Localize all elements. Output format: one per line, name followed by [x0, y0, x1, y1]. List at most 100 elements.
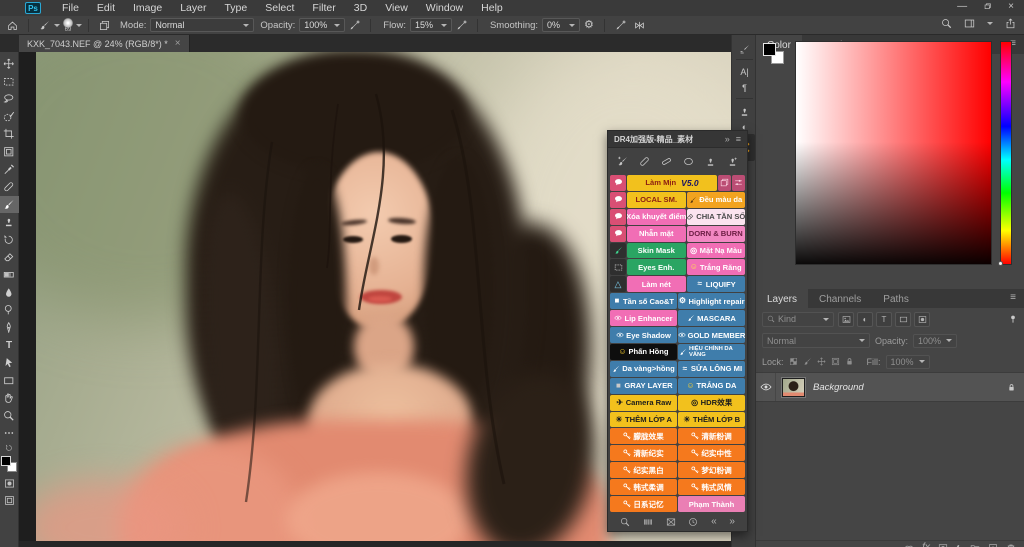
share-icon[interactable] [1005, 18, 1016, 29]
dr4-button-u-m-u-da[interactable]: Đều màu da [687, 192, 746, 208]
toggle-brush-settings-icon[interactable] [99, 20, 110, 31]
dr4-button-x-a-khuy-t-i-m[interactable]: Xóa khuyết điểm [627, 209, 686, 225]
prev-icon[interactable]: « [711, 517, 717, 527]
search-icon[interactable] [620, 517, 630, 527]
menu-view[interactable]: View [376, 1, 417, 15]
dr4-button-l-m-m-n[interactable]: Làm MịnV5.0 [627, 175, 717, 191]
dr4-button-dorn-burn[interactable]: DORN & BURN [687, 226, 746, 242]
layer-filter-select[interactable]: Kind [762, 312, 834, 327]
dr4-button-button[interactable]: 纪实中性 [678, 445, 745, 461]
trash-icon[interactable] [1006, 543, 1016, 547]
dr4-button-da-v-ng-h-ng[interactable]: Da vàng>hồng [610, 361, 677, 377]
dr4-chip-chat-icon[interactable] [610, 175, 626, 191]
dr4-button-button[interactable]: 清新纪实 [610, 445, 677, 461]
paint-symmetry-icon[interactable] [634, 20, 645, 31]
layers-tab-channels[interactable]: Channels [808, 289, 872, 308]
filter-toggle-pin-icon[interactable] [1008, 314, 1018, 324]
dr4-button-t-n-s-cao-t[interactable]: ■Tần số Cao&T [610, 293, 677, 309]
sliders-icon[interactable] [732, 175, 745, 191]
dr4-button-hdr[interactable]: ◎HDR效果 [678, 395, 745, 411]
next-icon[interactable]: » [729, 517, 735, 527]
layer-fill-input[interactable]: 100% [886, 355, 930, 369]
tool-lasso[interactable] [0, 90, 19, 108]
clone-stamp-icon[interactable] [705, 156, 716, 167]
adjustments-icon[interactable]: ◐ [956, 543, 962, 547]
tool-more[interactable]: ⋯ [0, 424, 19, 442]
flow-input[interactable]: 15% [410, 18, 452, 32]
tool-eyedropper[interactable] [0, 161, 19, 179]
dr4-chip-triangle-icon[interactable]: △ [610, 276, 626, 292]
hue-slider-handle[interactable] [998, 261, 1003, 266]
clock-icon[interactable] [688, 517, 698, 527]
screen-mode-icon[interactable] [4, 495, 15, 506]
dr4-button-button[interactable]: 纪实黑白 [610, 462, 677, 478]
paragraph-panel-icon[interactable]: ¶ [732, 80, 757, 96]
clone-source-panel-icon[interactable] [732, 103, 757, 119]
ellipse-icon[interactable] [683, 156, 694, 167]
tool-clone-stamp[interactable] [0, 213, 19, 231]
airbrush-icon[interactable] [456, 20, 467, 31]
menu-edit[interactable]: Edit [88, 1, 124, 15]
filter-type-icon[interactable]: T [876, 312, 892, 327]
menu-type[interactable]: Type [215, 1, 256, 15]
tool-brush[interactable] [0, 196, 19, 214]
mask-icon[interactable] [938, 543, 948, 547]
layer-row-background[interactable]: Background [756, 372, 1024, 402]
link-icon[interactable] [904, 543, 914, 547]
color-swatches[interactable] [1, 456, 17, 472]
tool-quick-select[interactable] [0, 108, 19, 126]
tool-history-brush[interactable] [0, 231, 19, 249]
menu-file[interactable]: File [53, 1, 88, 15]
menu-select[interactable]: Select [256, 1, 303, 15]
home-icon[interactable] [7, 20, 18, 31]
foreground-color[interactable] [1, 456, 11, 466]
dr4-button-button[interactable]: 梦幻粉调 [678, 462, 745, 478]
workspace-icon[interactable] [964, 18, 975, 29]
dr4-button-th-m-l-p-a[interactable]: ☀THÊM LỚP A [610, 412, 677, 428]
dr4-button-eye-shadow[interactable]: Eye Shadow [610, 327, 677, 343]
layer-opacity-input[interactable]: 100% [913, 334, 957, 348]
tool-type[interactable]: T [0, 337, 19, 355]
lock-move-icon[interactable] [817, 357, 826, 366]
tool-dodge[interactable] [0, 301, 19, 319]
quick-mask-icon[interactable] [4, 478, 15, 489]
dr4-button-ph-m-th-nh[interactable]: Phạm Thành [678, 496, 745, 512]
dr4-button-button[interactable]: 韩式风情 [678, 479, 745, 495]
tool-zoom[interactable] [0, 407, 19, 425]
patch-icon[interactable] [661, 156, 672, 167]
dr4-button-th-m-l-p-b[interactable]: ☀THÊM LỚP B [678, 412, 745, 428]
dr4-button-button[interactable]: 清新粉调 [678, 428, 745, 444]
panel-menu-icon[interactable]: ≡ [736, 134, 741, 144]
tool-pen[interactable] [0, 319, 19, 337]
saturation-brightness-picker[interactable] [795, 41, 992, 265]
lock-frame-icon[interactable] [831, 357, 840, 366]
lock-checker-icon[interactable] [789, 357, 798, 366]
dr4-button-mascara[interactable]: MASCARA [678, 310, 745, 326]
folder-icon[interactable] [970, 543, 980, 547]
menu-help[interactable]: Help [472, 1, 512, 15]
framex-icon[interactable] [666, 517, 676, 527]
menu-filter[interactable]: Filter [303, 1, 344, 15]
tool-path-select[interactable] [0, 354, 19, 372]
healing-brush-icon[interactable] [639, 156, 650, 167]
brush-settings-panel-icon[interactable] [732, 41, 757, 57]
dr4-button-tr-ng-da[interactable]: ☺TRẮNG DA [678, 378, 745, 394]
dr4-button-button[interactable]: 韩式柔调 [610, 479, 677, 495]
character-panel-icon[interactable]: A| [732, 64, 757, 80]
filter-mask-icon[interactable] [914, 312, 930, 327]
barcode-icon[interactable] [643, 517, 653, 527]
tool-gradient[interactable] [0, 266, 19, 284]
dr4-chip-green-brush-icon[interactable] [610, 243, 626, 259]
dr4-chip-chat-icon[interactable] [610, 192, 626, 208]
dr4-button-liquify[interactable]: ≈LIQUIFY [687, 276, 746, 292]
filter-photo-icon[interactable] [838, 312, 854, 327]
dr4-button-eyes-enh[interactable]: Eyes Enh. [627, 259, 686, 275]
lock-brush-icon[interactable] [803, 357, 812, 366]
brush-preset-picker[interactable]: 69 [63, 18, 73, 33]
tool-eraser[interactable] [0, 249, 19, 267]
tool-shape[interactable] [0, 372, 19, 390]
pattern-stamp-icon[interactable] [727, 156, 738, 167]
blend-mode-select[interactable]: Normal [150, 18, 254, 32]
layers-panel-menu-icon[interactable]: ≡ [1010, 292, 1016, 303]
dr4-button-gold-member[interactable]: GOLD MEMBER [678, 327, 745, 343]
